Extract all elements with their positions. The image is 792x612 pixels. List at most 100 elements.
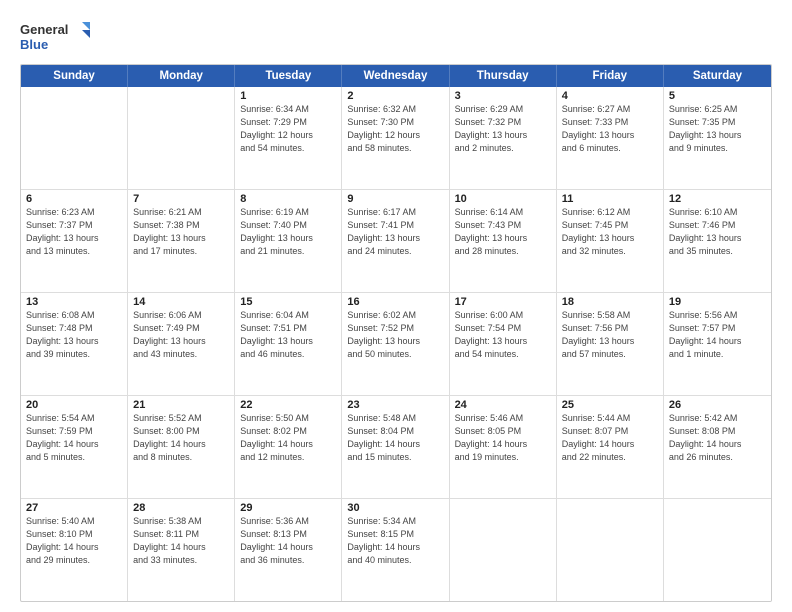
calendar-cell xyxy=(664,499,771,601)
header: General Blue xyxy=(20,18,772,56)
day-number: 4 xyxy=(562,90,658,102)
day-number: 16 xyxy=(347,296,443,308)
calendar-cell: 5Sunrise: 6:25 AM Sunset: 7:35 PM Daylig… xyxy=(664,87,771,189)
day-number: 29 xyxy=(240,502,336,514)
sun-info: Sunrise: 6:14 AM Sunset: 7:43 PM Dayligh… xyxy=(455,206,551,258)
day-number: 2 xyxy=(347,90,443,102)
sun-info: Sunrise: 6:34 AM Sunset: 7:29 PM Dayligh… xyxy=(240,103,336,155)
sun-info: Sunrise: 5:34 AM Sunset: 8:15 PM Dayligh… xyxy=(347,515,443,567)
day-number: 17 xyxy=(455,296,551,308)
calendar-row: 6Sunrise: 6:23 AM Sunset: 7:37 PM Daylig… xyxy=(21,190,771,293)
calendar-cell: 28Sunrise: 5:38 AM Sunset: 8:11 PM Dayli… xyxy=(128,499,235,601)
weekday-label: Monday xyxy=(128,65,235,87)
calendar-cell: 21Sunrise: 5:52 AM Sunset: 8:00 PM Dayli… xyxy=(128,396,235,498)
calendar-row: 13Sunrise: 6:08 AM Sunset: 7:48 PM Dayli… xyxy=(21,293,771,396)
calendar-cell: 19Sunrise: 5:56 AM Sunset: 7:57 PM Dayli… xyxy=(664,293,771,395)
sun-info: Sunrise: 6:02 AM Sunset: 7:52 PM Dayligh… xyxy=(347,309,443,361)
calendar-cell: 2Sunrise: 6:32 AM Sunset: 7:30 PM Daylig… xyxy=(342,87,449,189)
calendar-cell: 14Sunrise: 6:06 AM Sunset: 7:49 PM Dayli… xyxy=(128,293,235,395)
weekday-label: Friday xyxy=(557,65,664,87)
sun-info: Sunrise: 6:29 AM Sunset: 7:32 PM Dayligh… xyxy=(455,103,551,155)
calendar-cell: 17Sunrise: 6:00 AM Sunset: 7:54 PM Dayli… xyxy=(450,293,557,395)
day-number: 18 xyxy=(562,296,658,308)
weekday-label: Wednesday xyxy=(342,65,449,87)
day-number: 12 xyxy=(669,193,766,205)
svg-text:General: General xyxy=(20,22,68,37)
sun-info: Sunrise: 5:46 AM Sunset: 8:05 PM Dayligh… xyxy=(455,412,551,464)
calendar-cell: 4Sunrise: 6:27 AM Sunset: 7:33 PM Daylig… xyxy=(557,87,664,189)
day-number: 25 xyxy=(562,399,658,411)
calendar-cell: 27Sunrise: 5:40 AM Sunset: 8:10 PM Dayli… xyxy=(21,499,128,601)
calendar-row: 1Sunrise: 6:34 AM Sunset: 7:29 PM Daylig… xyxy=(21,87,771,190)
day-number: 5 xyxy=(669,90,766,102)
sun-info: Sunrise: 6:12 AM Sunset: 7:45 PM Dayligh… xyxy=(562,206,658,258)
day-number: 8 xyxy=(240,193,336,205)
sun-info: Sunrise: 6:32 AM Sunset: 7:30 PM Dayligh… xyxy=(347,103,443,155)
day-number: 19 xyxy=(669,296,766,308)
day-number: 22 xyxy=(240,399,336,411)
logo-svg: General Blue xyxy=(20,18,90,56)
day-number: 21 xyxy=(133,399,229,411)
day-number: 11 xyxy=(562,193,658,205)
calendar-cell xyxy=(450,499,557,601)
calendar-cell: 13Sunrise: 6:08 AM Sunset: 7:48 PM Dayli… xyxy=(21,293,128,395)
calendar-row: 20Sunrise: 5:54 AM Sunset: 7:59 PM Dayli… xyxy=(21,396,771,499)
calendar-cell xyxy=(557,499,664,601)
weekday-label: Tuesday xyxy=(235,65,342,87)
sun-info: Sunrise: 6:10 AM Sunset: 7:46 PM Dayligh… xyxy=(669,206,766,258)
sun-info: Sunrise: 6:19 AM Sunset: 7:40 PM Dayligh… xyxy=(240,206,336,258)
calendar-cell: 18Sunrise: 5:58 AM Sunset: 7:56 PM Dayli… xyxy=(557,293,664,395)
sun-info: Sunrise: 6:06 AM Sunset: 7:49 PM Dayligh… xyxy=(133,309,229,361)
calendar-cell: 24Sunrise: 5:46 AM Sunset: 8:05 PM Dayli… xyxy=(450,396,557,498)
weekday-label: Saturday xyxy=(664,65,771,87)
sun-info: Sunrise: 5:38 AM Sunset: 8:11 PM Dayligh… xyxy=(133,515,229,567)
day-number: 28 xyxy=(133,502,229,514)
weekday-label: Sunday xyxy=(21,65,128,87)
weekday-label: Thursday xyxy=(450,65,557,87)
day-number: 6 xyxy=(26,193,122,205)
sun-info: Sunrise: 5:58 AM Sunset: 7:56 PM Dayligh… xyxy=(562,309,658,361)
calendar: SundayMondayTuesdayWednesdayThursdayFrid… xyxy=(20,64,772,602)
calendar-cell: 10Sunrise: 6:14 AM Sunset: 7:43 PM Dayli… xyxy=(450,190,557,292)
svg-text:Blue: Blue xyxy=(20,37,48,52)
calendar-row: 27Sunrise: 5:40 AM Sunset: 8:10 PM Dayli… xyxy=(21,499,771,601)
calendar-cell: 7Sunrise: 6:21 AM Sunset: 7:38 PM Daylig… xyxy=(128,190,235,292)
sun-info: Sunrise: 6:25 AM Sunset: 7:35 PM Dayligh… xyxy=(669,103,766,155)
sun-info: Sunrise: 5:48 AM Sunset: 8:04 PM Dayligh… xyxy=(347,412,443,464)
calendar-cell: 9Sunrise: 6:17 AM Sunset: 7:41 PM Daylig… xyxy=(342,190,449,292)
sun-info: Sunrise: 5:50 AM Sunset: 8:02 PM Dayligh… xyxy=(240,412,336,464)
calendar-cell: 11Sunrise: 6:12 AM Sunset: 7:45 PM Dayli… xyxy=(557,190,664,292)
day-number: 20 xyxy=(26,399,122,411)
day-number: 10 xyxy=(455,193,551,205)
sun-info: Sunrise: 5:56 AM Sunset: 7:57 PM Dayligh… xyxy=(669,309,766,361)
day-number: 23 xyxy=(347,399,443,411)
calendar-cell xyxy=(128,87,235,189)
sun-info: Sunrise: 6:08 AM Sunset: 7:48 PM Dayligh… xyxy=(26,309,122,361)
calendar-cell: 26Sunrise: 5:42 AM Sunset: 8:08 PM Dayli… xyxy=(664,396,771,498)
sun-info: Sunrise: 6:00 AM Sunset: 7:54 PM Dayligh… xyxy=(455,309,551,361)
calendar-cell: 16Sunrise: 6:02 AM Sunset: 7:52 PM Dayli… xyxy=(342,293,449,395)
day-number: 15 xyxy=(240,296,336,308)
sun-info: Sunrise: 6:23 AM Sunset: 7:37 PM Dayligh… xyxy=(26,206,122,258)
calendar-cell: 29Sunrise: 5:36 AM Sunset: 8:13 PM Dayli… xyxy=(235,499,342,601)
day-number: 3 xyxy=(455,90,551,102)
sun-info: Sunrise: 5:52 AM Sunset: 8:00 PM Dayligh… xyxy=(133,412,229,464)
sun-info: Sunrise: 5:54 AM Sunset: 7:59 PM Dayligh… xyxy=(26,412,122,464)
calendar-header: SundayMondayTuesdayWednesdayThursdayFrid… xyxy=(21,65,771,87)
sun-info: Sunrise: 5:40 AM Sunset: 8:10 PM Dayligh… xyxy=(26,515,122,567)
calendar-cell xyxy=(21,87,128,189)
sun-info: Sunrise: 6:21 AM Sunset: 7:38 PM Dayligh… xyxy=(133,206,229,258)
day-number: 30 xyxy=(347,502,443,514)
day-number: 9 xyxy=(347,193,443,205)
calendar-cell: 1Sunrise: 6:34 AM Sunset: 7:29 PM Daylig… xyxy=(235,87,342,189)
sun-info: Sunrise: 6:27 AM Sunset: 7:33 PM Dayligh… xyxy=(562,103,658,155)
day-number: 1 xyxy=(240,90,336,102)
day-number: 27 xyxy=(26,502,122,514)
calendar-cell: 23Sunrise: 5:48 AM Sunset: 8:04 PM Dayli… xyxy=(342,396,449,498)
sun-info: Sunrise: 5:36 AM Sunset: 8:13 PM Dayligh… xyxy=(240,515,336,567)
day-number: 24 xyxy=(455,399,551,411)
sun-info: Sunrise: 6:04 AM Sunset: 7:51 PM Dayligh… xyxy=(240,309,336,361)
day-number: 26 xyxy=(669,399,766,411)
sun-info: Sunrise: 6:17 AM Sunset: 7:41 PM Dayligh… xyxy=(347,206,443,258)
calendar-cell: 3Sunrise: 6:29 AM Sunset: 7:32 PM Daylig… xyxy=(450,87,557,189)
